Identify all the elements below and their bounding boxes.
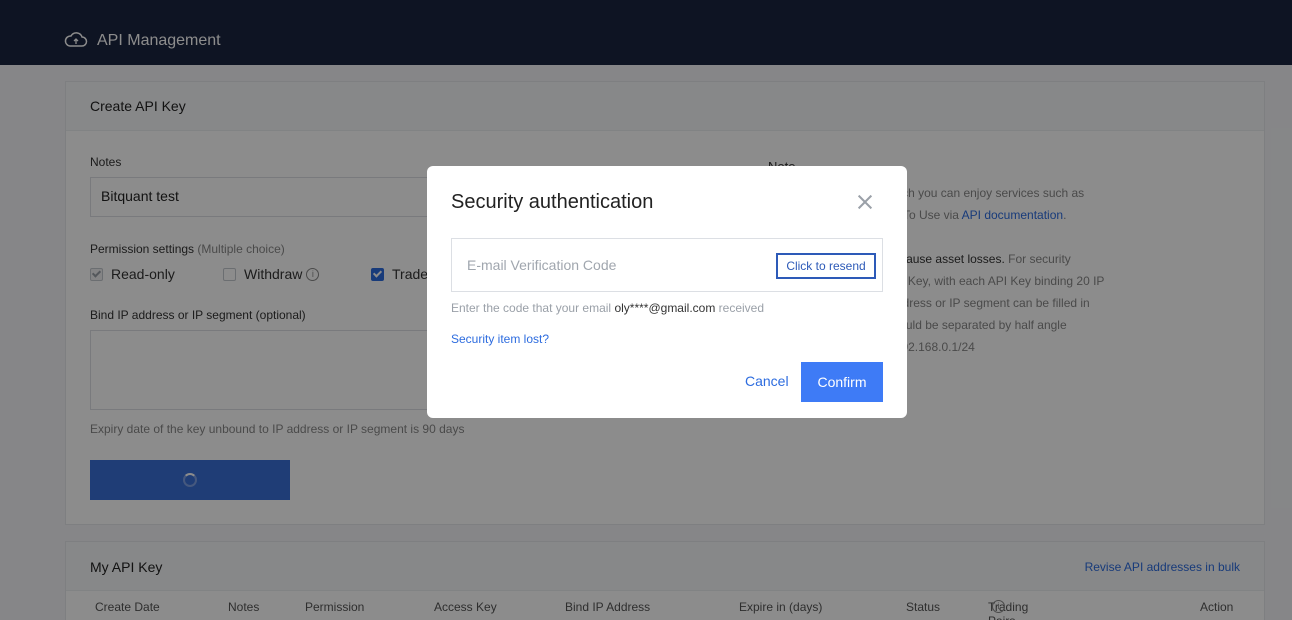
resend-button[interactable]: Click to resend	[776, 253, 876, 279]
verification-code-field: Click to resend	[451, 238, 883, 292]
cancel-button[interactable]: Cancel	[745, 373, 789, 389]
close-icon[interactable]	[855, 192, 875, 212]
dialog-title: Security authentication	[451, 191, 654, 213]
security-auth-dialog: Security authentication Click to resend …	[427, 166, 907, 418]
confirm-button[interactable]: Confirm	[801, 362, 883, 402]
security-item-lost-link[interactable]: Security item lost?	[451, 332, 549, 346]
masked-email: oly****@gmail.com	[614, 301, 716, 315]
email-code-input[interactable]	[452, 239, 772, 291]
email-hint: Enter the code that your email oly****@g…	[451, 301, 765, 315]
